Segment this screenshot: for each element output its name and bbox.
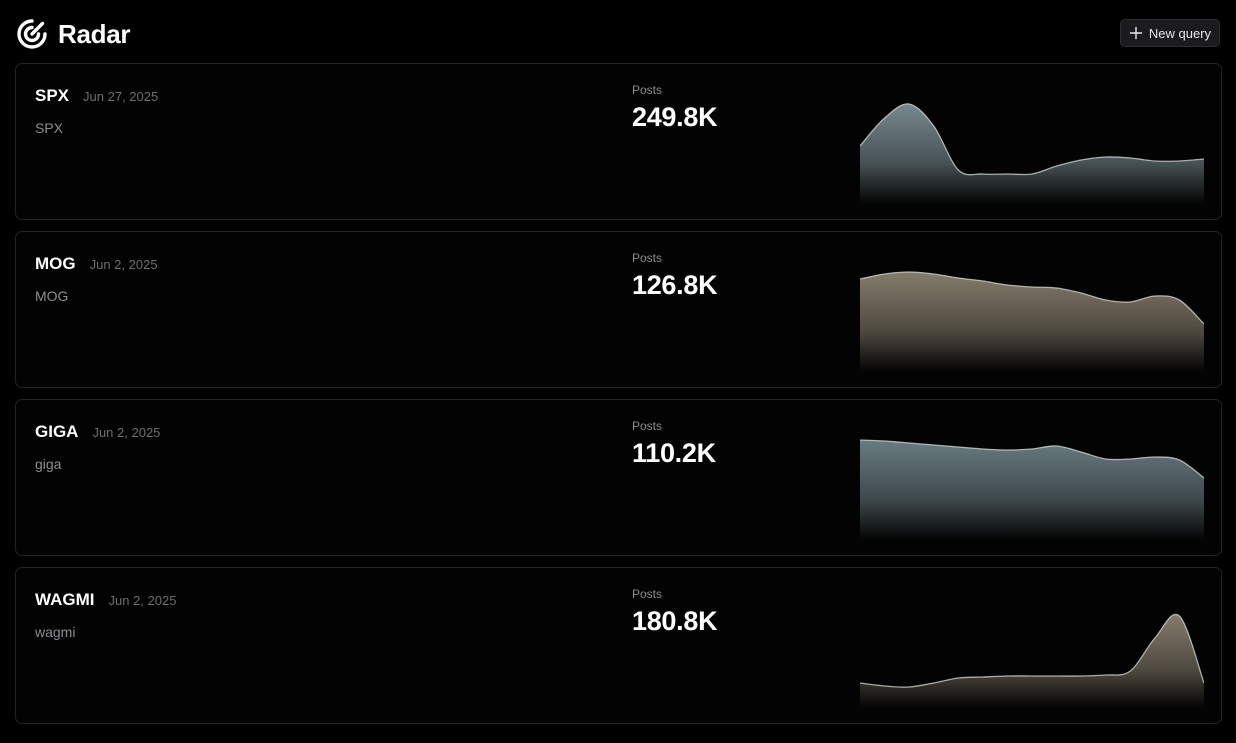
query-card-wagmi[interactable]: WAGMI Jun 2, 2025 wagmi Posts 180.8K bbox=[15, 567, 1222, 724]
sparkline-area bbox=[860, 440, 1204, 540]
new-query-label: New query bbox=[1148, 25, 1211, 41]
query-card-spx[interactable]: SPX Jun 27, 2025 SPX Posts 249.8K bbox=[15, 63, 1222, 220]
sparkline-area bbox=[860, 103, 1204, 204]
query-card-giga[interactable]: GIGA Jun 2, 2025 giga Posts 110.2K bbox=[15, 399, 1222, 556]
query-list: SPX Jun 27, 2025 SPX Posts 249.8K MOG Jun … bbox=[15, 63, 1222, 735]
card-date: Jun 2, 2025 bbox=[89, 257, 158, 272]
metric-label: Posts bbox=[632, 419, 663, 433]
card-title: SPX bbox=[35, 86, 70, 105]
metric-label: Posts bbox=[632, 83, 663, 97]
card-query-text: MOG bbox=[35, 288, 69, 304]
query-card-mog[interactable]: MOG Jun 2, 2025 MOG Posts 126.8K bbox=[15, 231, 1222, 388]
brand[interactable]: Radar bbox=[16, 18, 131, 50]
app-header: Radar New query bbox=[16, 16, 1222, 52]
card-date: Jun 2, 2025 bbox=[108, 593, 177, 608]
trend-sparkline bbox=[860, 613, 1204, 708]
new-query-button[interactable]: New query bbox=[1119, 19, 1220, 47]
radar-app: Radar New query SPX Jun 27, 2025 SPX Post… bbox=[0, 0, 1236, 743]
trend-sparkline bbox=[860, 103, 1204, 204]
metric-value: 249.8K bbox=[632, 102, 718, 132]
metric-label: Posts bbox=[632, 587, 663, 601]
card-query-text: wagmi bbox=[35, 624, 76, 640]
radar-target-icon bbox=[17, 19, 47, 49]
trend-sparkline bbox=[860, 439, 1204, 540]
metric-value: 126.8K bbox=[632, 270, 718, 300]
metric-value: 110.2K bbox=[632, 438, 716, 468]
metric-value: 180.8K bbox=[632, 606, 718, 636]
card-title: WAGMI bbox=[35, 590, 95, 609]
trend-sparkline bbox=[860, 271, 1204, 372]
card-title: GIGA bbox=[35, 422, 79, 441]
card-date: Jun 27, 2025 bbox=[83, 89, 159, 104]
card-date: Jun 2, 2025 bbox=[92, 425, 161, 440]
metric-label: Posts bbox=[632, 251, 663, 265]
sparkline-area bbox=[860, 614, 1204, 708]
card-title: MOG bbox=[35, 254, 76, 273]
card-query-text: SPX bbox=[35, 120, 64, 136]
card-query-text: giga bbox=[35, 456, 62, 472]
app-title: Radar bbox=[58, 18, 131, 49]
plus-icon bbox=[1129, 26, 1143, 40]
